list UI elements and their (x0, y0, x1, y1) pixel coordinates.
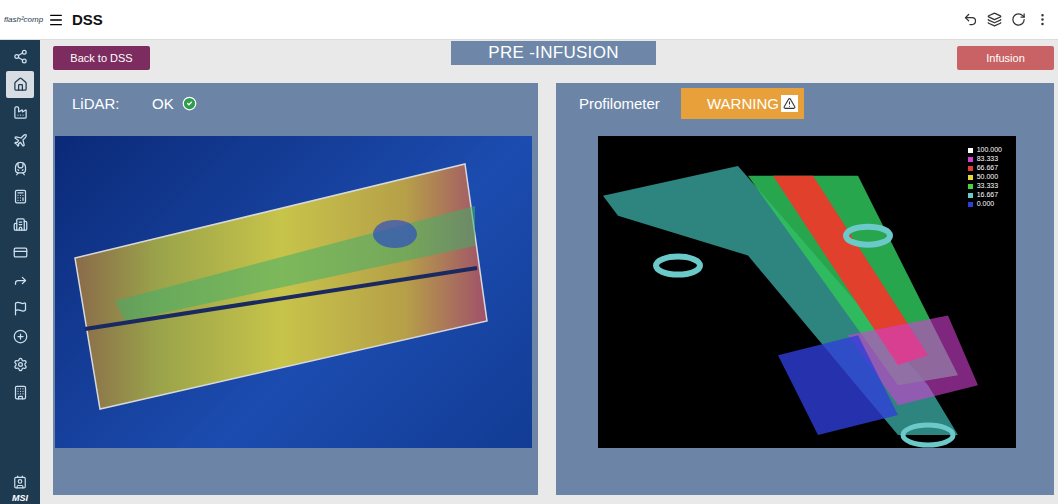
sidebar-footer: MSI (12, 475, 28, 504)
undo-icon[interactable] (962, 12, 978, 28)
top-row: Back to DSS PRE -INFUSION Infusion (53, 41, 1054, 75)
header-title: DSS (72, 11, 103, 28)
sidebar-item[interactable] (6, 99, 34, 126)
sidebar: MSI (0, 40, 40, 504)
legend-swatch (968, 175, 973, 180)
user-icon[interactable] (13, 475, 27, 489)
sidebar-item-icon (13, 77, 28, 92)
menu-icon[interactable] (48, 12, 64, 28)
legend-swatch (968, 157, 973, 162)
refresh-icon[interactable] (1010, 12, 1026, 28)
panels: LiDAR: OK Profilometer WARNING 100.00083.333… (53, 83, 1054, 495)
sidebar-item[interactable] (6, 127, 34, 154)
sidebar-item-icon (13, 385, 28, 400)
profilometer-view: 100.00083.33366.66750.00033.33316.6670.0… (598, 136, 1016, 448)
sidebar-item[interactable] (6, 379, 34, 406)
header: flash²comp DSS (0, 0, 1058, 40)
sidebar-item[interactable] (6, 211, 34, 238)
warning-icon (781, 95, 798, 112)
sidebar-item-icon (13, 357, 28, 372)
sidebar-item[interactable] (6, 351, 34, 378)
legend-swatch (968, 184, 973, 189)
sidebar-item-icon (13, 245, 28, 260)
sidebar-item[interactable] (6, 267, 34, 294)
profilometer-scan-drawing (598, 136, 1016, 448)
sidebar-item[interactable] (6, 155, 34, 182)
status-ok: OK (152, 95, 197, 112)
legend-item: 100.000 (968, 146, 1002, 154)
sidebar-item-icon (13, 49, 28, 64)
sidebar-item[interactable] (6, 323, 34, 350)
back-button[interactable]: Back to DSS (53, 46, 150, 70)
page-title: PRE -INFUSION (451, 41, 656, 65)
lidar-panel: LiDAR: OK (53, 83, 538, 495)
status-warning: WARNING (681, 88, 804, 119)
lidar-view (55, 136, 532, 448)
legend-swatch (968, 166, 973, 171)
legend-item: 16.667 (968, 191, 1002, 199)
sidebar-item-icon (13, 105, 28, 120)
check-icon (182, 96, 197, 111)
lidar-scan-drawing (55, 136, 532, 448)
sidebar-item-icon (13, 301, 28, 316)
sidebar-item-icon (13, 273, 28, 288)
legend-item: 50.000 (968, 173, 1002, 181)
sidebar-item-icon (13, 329, 28, 344)
header-actions (962, 12, 1050, 28)
layers-icon[interactable] (986, 12, 1002, 28)
more-icon[interactable] (1034, 12, 1050, 28)
sidebar-item[interactable] (6, 295, 34, 322)
footer-logo: MSI (12, 493, 28, 503)
infusion-button[interactable]: Infusion (957, 46, 1054, 70)
app: flash²comp DSS MSI Back to DSS PRE -INFUSION… (0, 0, 1058, 504)
panel-header: LiDAR: OK (53, 83, 538, 119)
sidebar-item-icon (13, 133, 28, 148)
panel-label: Profilometer (579, 95, 669, 112)
sidebar-item-icon (13, 161, 28, 176)
legend-swatch (968, 202, 973, 207)
sidebar-item[interactable] (6, 71, 34, 98)
panel-label: LiDAR: (72, 95, 140, 112)
legend-swatch (968, 148, 973, 153)
profile-panel: Profilometer WARNING 100.00083.33366.66750… (556, 83, 1054, 495)
logo: flash²comp (4, 15, 48, 24)
sidebar-item[interactable] (6, 183, 34, 210)
legend-item: 33.333 (968, 182, 1002, 190)
sidebar-item[interactable] (6, 43, 34, 70)
main: Back to DSS PRE -INFUSION Infusion LiDAR: OK… (40, 40, 1058, 504)
legend-swatch (968, 193, 973, 198)
panel-header: Profilometer WARNING (556, 83, 1054, 119)
legend-item: 66.667 (968, 164, 1002, 172)
legend: 100.00083.33366.66750.00033.33316.6670.0… (968, 146, 1002, 208)
legend-item: 83.333 (968, 155, 1002, 163)
sidebar-item-icon (13, 217, 28, 232)
sidebar-item[interactable] (6, 239, 34, 266)
sidebar-item-icon (13, 189, 28, 204)
legend-item: 0.000 (968, 200, 1002, 208)
